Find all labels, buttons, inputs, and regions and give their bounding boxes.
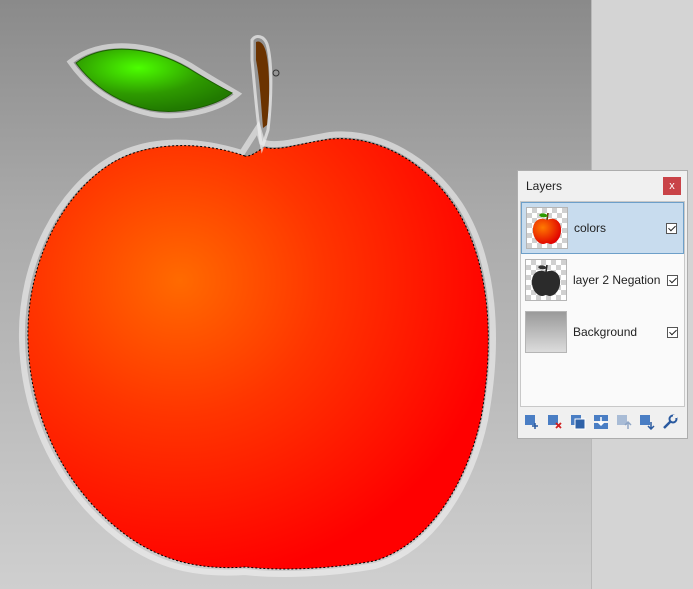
- layer-properties-button[interactable]: [660, 412, 680, 432]
- anchor-handle[interactable]: [272, 69, 280, 77]
- layer-visibility-checkbox[interactable]: [667, 274, 678, 286]
- duplicate-layer-icon: [571, 415, 586, 430]
- layer-thumbnail: [525, 311, 567, 353]
- layer-name: colors: [574, 221, 607, 235]
- merge-layer-down-button[interactable]: [591, 412, 611, 432]
- apple-leaf: [75, 48, 233, 112]
- red-apple-icon: [532, 212, 562, 244]
- add-layer-icon: [525, 415, 538, 429]
- layers-panel: Layers x colors layer 2 Negation Backgro…: [517, 170, 688, 439]
- image-canvas[interactable]: [0, 0, 591, 589]
- delete-layer-button[interactable]: [545, 412, 565, 432]
- merge-layer-down-icon: [594, 415, 608, 429]
- move-layer-down-button[interactable]: [637, 412, 657, 432]
- move-layer-up-icon: [617, 415, 632, 429]
- move-layer-up-button[interactable]: [614, 412, 634, 432]
- layer-name: layer 2 Negation: [573, 273, 661, 287]
- layers-toolbar: [518, 407, 687, 437]
- add-layer-button[interactable]: [522, 412, 542, 432]
- dark-apple-icon: [531, 264, 561, 296]
- delete-layer-icon: [548, 415, 562, 429]
- layer-row-colors[interactable]: colors: [521, 202, 684, 254]
- layer-name: Background: [573, 325, 638, 339]
- layer-properties-icon: [663, 414, 678, 429]
- close-icon: x: [669, 180, 675, 192]
- layer-row-background[interactable]: Background: [521, 306, 684, 358]
- layer-visibility-checkbox[interactable]: [666, 222, 677, 234]
- layer-visibility-checkbox[interactable]: [667, 326, 678, 338]
- layer-thumbnail: [525, 259, 567, 301]
- apple-artwork: [18, 35, 496, 577]
- apple-body: [27, 138, 489, 569]
- move-layer-down-icon: [640, 415, 655, 430]
- layers-titlebar[interactable]: Layers x: [518, 171, 687, 201]
- close-button[interactable]: x: [663, 177, 681, 195]
- layer-thumbnail: [526, 207, 568, 249]
- layers-list: colors layer 2 Negation Background: [520, 201, 685, 407]
- layers-title: Layers: [526, 179, 563, 193]
- layer-row-layer-2-negation[interactable]: layer 2 Negation: [521, 254, 684, 306]
- duplicate-layer-button[interactable]: [568, 412, 588, 432]
